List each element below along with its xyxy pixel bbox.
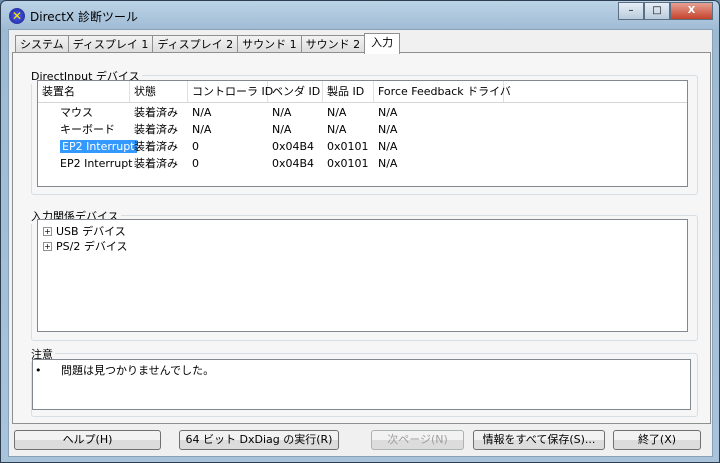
table-cell: 0x04B4	[268, 138, 323, 155]
directx-icon: ✕	[9, 8, 25, 24]
cell: 0x0101	[327, 140, 369, 153]
tree-item-label: PS/2 デバイス	[56, 240, 128, 253]
cell: 装着済み	[134, 123, 178, 136]
table-cell: N/A	[374, 104, 504, 121]
save-all-button[interactable]: 情報をすべて保存(S)...	[473, 430, 605, 450]
table-cell: N/A	[323, 121, 374, 138]
table-cell: 0x04B4	[268, 155, 323, 172]
notes-group: 注意 • 問題は見つかりませんでした。	[29, 346, 698, 417]
table-cell: 0x0101	[323, 155, 374, 172]
directinput-list[interactable]: 装置名 状態 コントローラ ID ベンダ ID 製品 ID Force Feed…	[37, 80, 688, 187]
table-row[interactable]: マウス 装着済み N/A N/A N/A N/A	[38, 104, 687, 121]
cell: N/A	[192, 106, 212, 119]
maximize-button[interactable]: □	[644, 2, 670, 20]
col-product-id[interactable]: 製品 ID	[323, 81, 374, 102]
list-header: 装置名 状態 コントローラ ID ベンダ ID 製品 ID Force Feed…	[38, 81, 687, 103]
cell: EP2 Interrupt	[60, 140, 137, 153]
table-cell: 0	[188, 138, 268, 155]
tab-sound-2[interactable]: サウンド 2	[300, 35, 366, 53]
col-device-name[interactable]: 装置名	[38, 81, 130, 102]
cell: N/A	[378, 106, 398, 119]
table-cell: N/A	[188, 121, 268, 138]
cell: 0	[192, 157, 199, 170]
tree-item-ps2[interactable]: + PS/2 デバイス	[38, 239, 687, 254]
tree-item-usb[interactable]: + USB デバイス	[38, 224, 687, 239]
bullet: •	[35, 364, 42, 377]
table-cell: 装着済み	[130, 155, 188, 172]
tree-item-label: USB デバイス	[56, 225, 126, 238]
table-row[interactable]: EP2 Interrupt 装着済み 0 0x04B4 0x0101 N/A	[38, 138, 687, 155]
expand-icon[interactable]: +	[43, 227, 52, 236]
window-title: DirectX 診断ツール	[30, 10, 138, 24]
cell: EP2 Interrupt	[60, 157, 133, 170]
minimize-button[interactable]: –	[618, 2, 644, 20]
cell: 0	[192, 140, 199, 153]
cell: マウス	[60, 106, 93, 119]
tab-sound-1[interactable]: サウンド 1	[237, 35, 302, 53]
table-cell: 0	[188, 155, 268, 172]
input-panel: DirectInput デバイス 装置名 状態 コントローラ ID ベンダ ID…	[12, 52, 711, 424]
col-status[interactable]: 状態	[130, 81, 188, 102]
client-area: システム ディスプレイ 1 ディスプレイ 2 サウンド 1 サウンド 2 入力 …	[8, 29, 713, 457]
cell: N/A	[378, 123, 398, 136]
directinput-group: DirectInput デバイス 装置名 状態 コントローラ ID ベンダ ID…	[29, 68, 698, 195]
exit-button[interactable]: 終了(X)	[613, 430, 701, 450]
cell: N/A	[272, 106, 292, 119]
related-devices-tree[interactable]: + USB デバイス + PS/2 デバイス	[37, 219, 688, 332]
table-cell: N/A	[374, 121, 504, 138]
col-vendor-id[interactable]: ベンダ ID	[268, 81, 323, 102]
table-cell: EP2 Interrupt	[38, 138, 137, 155]
table-cell: 0x0101	[323, 138, 374, 155]
table-cell: 装着済み	[130, 138, 188, 155]
cell: 0x04B4	[272, 140, 315, 153]
run-64bit-button[interactable]: 64 ビット DxDiag の実行(R)	[179, 430, 339, 450]
table-cell: N/A	[374, 138, 504, 155]
table-cell: EP2 Interrupt	[38, 155, 133, 172]
help-button[interactable]: ヘルプ(H)	[14, 430, 161, 450]
expand-icon[interactable]: +	[43, 242, 52, 251]
cell: キーボード	[60, 123, 115, 136]
related-devices-group: 入力関係デバイス + USB デバイス + PS/2 デバイス	[29, 208, 698, 341]
notes-text: 問題は見つかりませんでした。	[61, 364, 215, 377]
cell: N/A	[327, 123, 347, 136]
cell: N/A	[272, 123, 292, 136]
cell: 0x0101	[327, 157, 369, 170]
table-row[interactable]: キーボード 装着済み N/A N/A N/A N/A	[38, 121, 687, 138]
table-cell: 装着済み	[130, 104, 188, 121]
table-cell: N/A	[323, 104, 374, 121]
cell: 装着済み	[134, 106, 178, 119]
table-cell: N/A	[374, 155, 504, 172]
dxdiag-window: ✕ DirectX 診断ツール – □ X システム ディスプレイ 1 ディスプ…	[0, 0, 720, 463]
cell: 0x04B4	[272, 157, 315, 170]
notes-textbox[interactable]: • 問題は見つかりませんでした。	[32, 359, 691, 410]
cell: 装着済み	[134, 157, 178, 170]
cell: 装着済み	[134, 140, 178, 153]
table-cell: N/A	[268, 121, 323, 138]
table-cell: N/A	[268, 104, 323, 121]
tab-bar: システム ディスプレイ 1 ディスプレイ 2 サウンド 1 サウンド 2 入力	[15, 33, 401, 54]
col-controller-id[interactable]: コントローラ ID	[188, 81, 273, 102]
close-button[interactable]: X	[670, 2, 713, 20]
tab-system[interactable]: システム	[15, 35, 69, 53]
next-page-button[interactable]: 次ページ(N)	[371, 430, 464, 450]
table-cell: マウス	[38, 104, 130, 121]
title-bar[interactable]: ✕ DirectX 診断ツール – □ X	[1, 1, 719, 29]
table-cell: 装着済み	[130, 121, 188, 138]
cell: N/A	[378, 140, 398, 153]
table-row[interactable]: EP2 Interrupt 装着済み 0 0x04B4 0x0101 N/A	[38, 155, 687, 172]
table-cell: N/A	[188, 104, 268, 121]
cell: N/A	[378, 157, 398, 170]
tab-display-2[interactable]: ディスプレイ 2	[152, 35, 239, 53]
cell: N/A	[327, 106, 347, 119]
table-cell: キーボード	[38, 121, 130, 138]
tab-input[interactable]: 入力	[364, 33, 401, 54]
cell: N/A	[192, 123, 212, 136]
col-ff-driver[interactable]: Force Feedback ドライバ	[374, 81, 511, 102]
tab-display-1[interactable]: ディスプレイ 1	[67, 35, 154, 53]
